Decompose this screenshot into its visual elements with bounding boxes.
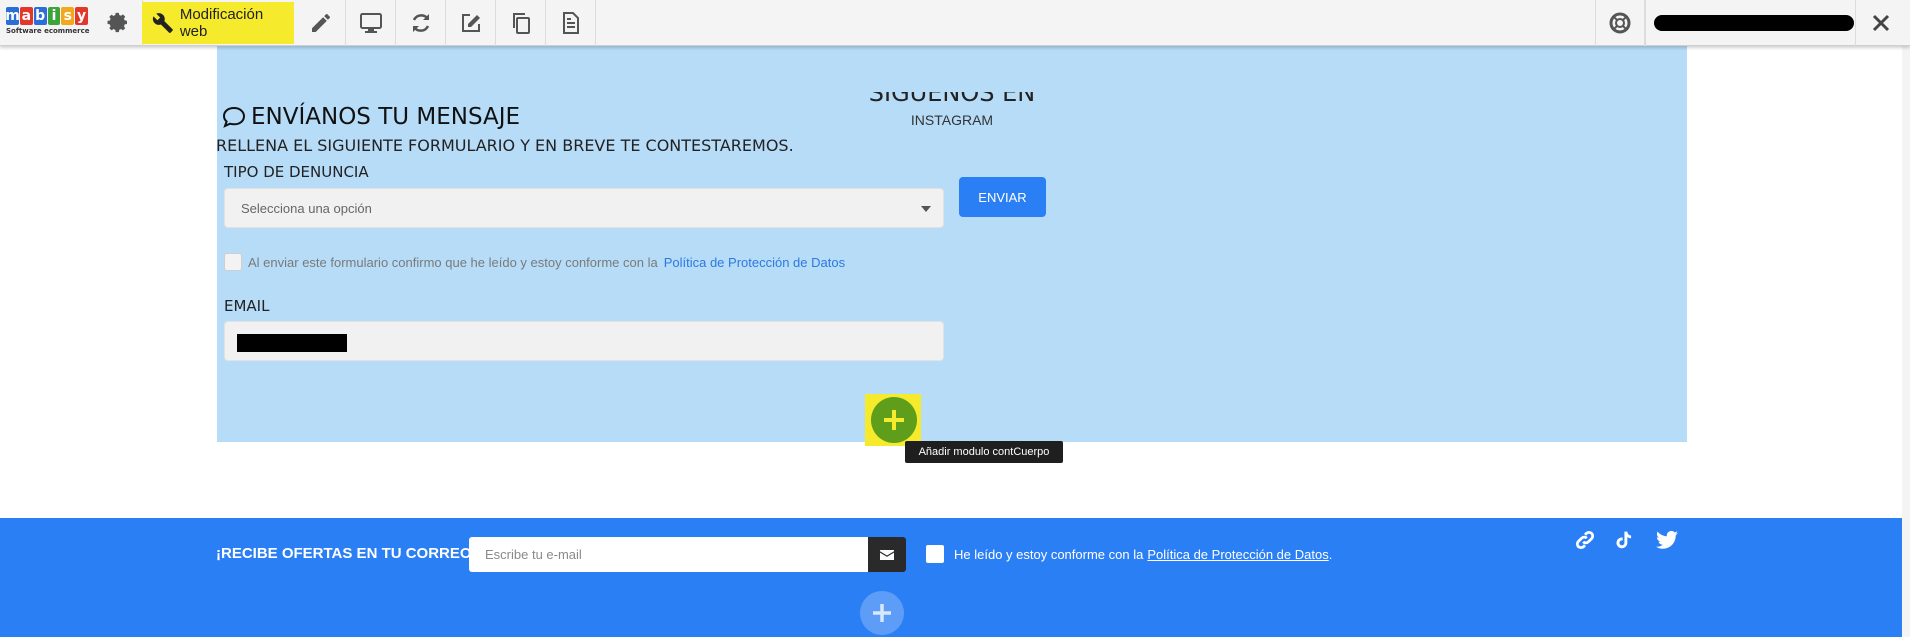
newsletter-privacy-link[interactable]: Política de Protección de Datos — [1147, 547, 1328, 562]
logo-letter: m — [5, 7, 20, 25]
preview-button[interactable] — [346, 0, 396, 46]
logo-letter: y — [75, 7, 88, 25]
send-button[interactable]: ENVIAR — [959, 177, 1046, 217]
newsletter-consent-checkbox[interactable] — [926, 545, 944, 563]
edit-pencil-button[interactable] — [296, 0, 346, 46]
logo-letter: b — [33, 7, 47, 25]
privacy-policy-link[interactable]: Política de Protección de Datos — [664, 255, 845, 270]
newsletter-title: ¡RECIBE OFERTAS EN TU CORREO! — [216, 545, 477, 562]
newsletter-email-input[interactable]: Escribe tu e-mail — [469, 537, 868, 572]
email-label: EMAIL — [224, 297, 270, 315]
newsletter-consent: He leído y estoy conforme con la Política… — [926, 545, 1332, 563]
message-title: ENVÍANOS TU MENSAJE — [251, 104, 521, 130]
page-right-edge — [1902, 46, 1910, 637]
settings-button[interactable] — [93, 0, 143, 46]
lifebuoy-icon — [1609, 12, 1631, 34]
document-button[interactable] — [546, 0, 596, 46]
redacted-email — [237, 334, 347, 352]
newsletter-consent-text: He leído y estoy conforme con la — [954, 546, 1144, 562]
refresh-button[interactable] — [396, 0, 446, 46]
speech-bubble-icon — [222, 106, 246, 128]
web-edit-label: Modificación web — [179, 6, 264, 40]
message-subtitle: RELLENA EL SIGUIENTE FORMULARIO Y EN BRE… — [216, 136, 794, 155]
mabisy-logo[interactable]: m a b i s y Software ecommerce — [5, 7, 90, 43]
monitor-icon — [359, 13, 382, 33]
privacy-checkbox[interactable] — [224, 253, 242, 271]
help-button[interactable] — [1595, 0, 1645, 46]
refresh-icon — [412, 14, 429, 32]
chevron-down-icon — [921, 206, 931, 212]
newsletter-footer: ¡RECIBE OFERTAS EN TU CORREO! Escribe tu… — [0, 518, 1902, 637]
newsletter-consent-end: . — [1328, 546, 1333, 562]
pencil-icon — [311, 14, 330, 32]
logo-letter: i — [47, 7, 61, 25]
admin-toolbar: m a b i s y Software ecommerce Modificac… — [0, 0, 1910, 46]
gear-icon — [107, 12, 127, 33]
follow-title: SÍGUENOS EN — [217, 92, 1687, 104]
web-edit-button[interactable]: Modificación web — [142, 2, 294, 44]
close-button[interactable] — [1855, 0, 1905, 46]
plus-icon — [884, 410, 904, 430]
email-field[interactable] — [224, 321, 944, 361]
plus-icon — [873, 604, 891, 622]
tiktok-icon — [1616, 531, 1632, 549]
add-footer-module-button[interactable] — [860, 591, 904, 635]
consent-text: Al enviar este formulario confirmo que h… — [248, 254, 658, 270]
select-value: Selecciona una opción — [241, 200, 372, 216]
edit-content-button[interactable] — [446, 0, 496, 46]
copy-icon — [512, 13, 530, 34]
complaint-type-select[interactable]: Selecciona una opción — [224, 188, 944, 228]
logo-letter: s — [61, 7, 75, 25]
add-module-button[interactable] — [871, 397, 917, 443]
message-heading: ENVÍANOS TU MENSAJE — [221, 104, 520, 130]
link-icon — [1575, 530, 1595, 550]
edit-icon — [461, 14, 480, 32]
logo-letter: a — [20, 7, 33, 25]
social-tiktok-button[interactable] — [1611, 527, 1637, 553]
wrench-icon — [152, 13, 173, 34]
document-icon — [562, 12, 579, 34]
complaint-type-label: TIPO DE DENUNCIA — [224, 163, 369, 181]
logo-letters: m a b i s y — [5, 7, 88, 25]
user-account[interactable] — [1645, 0, 1860, 46]
redacted-user-name — [1654, 15, 1854, 31]
newsletter-placeholder: Escribe tu e-mail — [485, 547, 582, 562]
social-link-button[interactable] — [1572, 527, 1598, 553]
privacy-consent: Al enviar este formulario confirmo que h… — [224, 253, 845, 271]
envelope-icon — [880, 549, 894, 560]
twitter-icon — [1656, 530, 1678, 549]
add-module-tooltip: Añadir modulo contCuerpo — [905, 441, 1063, 463]
copy-button[interactable] — [496, 0, 546, 46]
social-twitter-button[interactable] — [1654, 527, 1680, 553]
close-icon — [1872, 14, 1889, 32]
logo-tagline: Software ecommerce — [6, 27, 90, 35]
newsletter-submit-button[interactable] — [868, 537, 906, 572]
